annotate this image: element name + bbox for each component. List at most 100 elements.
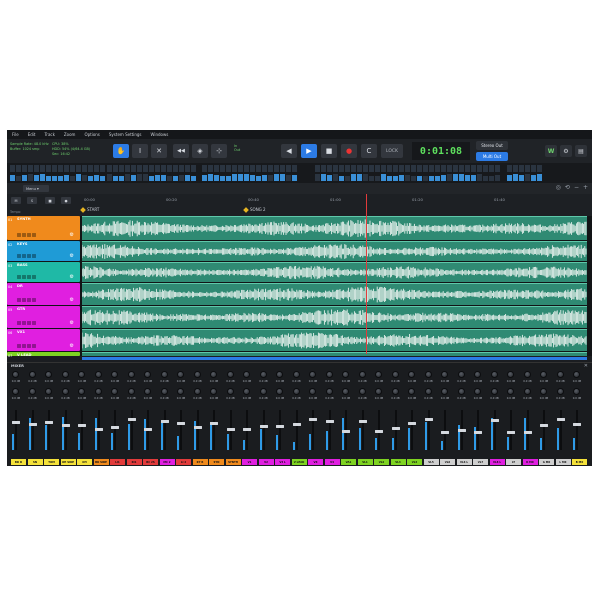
gain-knob[interactable] bbox=[193, 371, 201, 378]
channel-label[interactable]: VL2 bbox=[374, 459, 389, 465]
headphones-icon[interactable]: ◎ bbox=[556, 184, 561, 191]
fader-track[interactable] bbox=[64, 410, 67, 450]
fader-track[interactable] bbox=[312, 410, 314, 450]
pan-knob[interactable] bbox=[556, 388, 564, 395]
fader-track[interactable] bbox=[576, 410, 578, 450]
channel-label[interactable]: VL5 bbox=[423, 459, 439, 465]
multi-out-button[interactable]: Multi Out bbox=[476, 152, 508, 161]
gain-knob[interactable] bbox=[210, 371, 217, 378]
pan-knob[interactable] bbox=[94, 388, 102, 395]
track-settings-icon[interactable]: ⚙ bbox=[70, 297, 74, 303]
channel-label[interactable]: VX bbox=[308, 459, 323, 465]
fader-handle[interactable] bbox=[45, 421, 53, 424]
fader-handle[interactable] bbox=[309, 418, 317, 421]
track-name[interactable]: V LEAD bbox=[17, 353, 32, 357]
solo-button[interactable] bbox=[22, 298, 26, 302]
gain-knob[interactable] bbox=[441, 371, 448, 378]
track-name[interactable]: VX1 bbox=[17, 330, 25, 334]
channel-label[interactable]: L MX bbox=[555, 459, 571, 465]
fader-handle[interactable] bbox=[259, 425, 268, 428]
stop-all-button[interactable]: ■ bbox=[45, 197, 55, 204]
track-lane-7[interactable] bbox=[82, 352, 587, 356]
fader-handle[interactable] bbox=[573, 423, 581, 426]
gain-knob[interactable] bbox=[127, 371, 135, 378]
pan-knob[interactable] bbox=[391, 388, 399, 395]
track-lane-3[interactable] bbox=[82, 262, 587, 282]
hand-tool-button[interactable]: ✋ bbox=[113, 144, 129, 158]
fader-track[interactable] bbox=[15, 410, 17, 450]
track-settings-icon[interactable]: ⚙ bbox=[70, 232, 74, 238]
fader-handle[interactable] bbox=[523, 431, 532, 434]
channel-label[interactable]: V1 bbox=[242, 459, 257, 465]
track-header-2[interactable]: 02 KEYS ⚙ bbox=[7, 241, 80, 261]
channel-label[interactable]: KY R bbox=[192, 459, 208, 465]
fader-track[interactable] bbox=[163, 410, 166, 450]
monitor-button[interactable] bbox=[32, 275, 36, 279]
gain-knob[interactable] bbox=[28, 371, 36, 378]
waves-logo-icon[interactable]: W bbox=[545, 145, 557, 157]
gain-knob[interactable] bbox=[474, 371, 481, 378]
pan-knob[interactable] bbox=[474, 388, 481, 395]
zoom-in-icon[interactable]: + bbox=[583, 184, 588, 191]
fader-handle[interactable] bbox=[325, 420, 334, 423]
pan-knob[interactable] bbox=[276, 388, 283, 395]
track-name[interactable]: DR bbox=[17, 284, 23, 288]
zoom-out-icon[interactable]: − bbox=[574, 184, 579, 191]
track-settings-icon[interactable]: ⚙ bbox=[70, 343, 74, 349]
fader-handle[interactable] bbox=[12, 421, 20, 424]
monitor-button[interactable] bbox=[32, 233, 36, 237]
fader-track[interactable] bbox=[543, 410, 545, 450]
fader-handle[interactable] bbox=[292, 423, 301, 426]
fader-handle[interactable] bbox=[210, 422, 218, 425]
mute-button[interactable] bbox=[17, 233, 21, 237]
solo-button[interactable] bbox=[22, 233, 26, 237]
pan-knob[interactable] bbox=[61, 388, 69, 395]
channel-label[interactable]: BD SIDE bbox=[93, 459, 109, 465]
pan-knob[interactable] bbox=[193, 388, 201, 395]
track-header-6[interactable]: 06 VX1 ⚙ bbox=[7, 329, 80, 351]
gain-knob[interactable] bbox=[177, 371, 184, 378]
gain-knob[interactable] bbox=[573, 371, 580, 378]
monitor-button[interactable] bbox=[32, 254, 36, 258]
track-lane-1[interactable] bbox=[82, 216, 587, 240]
gain-knob[interactable] bbox=[144, 371, 151, 378]
menu-zoom[interactable]: Zoom bbox=[64, 132, 76, 137]
channel-label[interactable]: LI1 bbox=[110, 459, 125, 465]
view-menu-select[interactable]: Menu ▾ bbox=[23, 185, 49, 192]
pan-knob[interactable] bbox=[523, 388, 531, 395]
fader-track[interactable] bbox=[559, 410, 562, 450]
fader-track[interactable] bbox=[279, 410, 281, 450]
channel-label[interactable]: MC 2 bbox=[159, 459, 175, 465]
fader-track[interactable] bbox=[427, 410, 430, 450]
fader-track[interactable] bbox=[48, 410, 50, 450]
fader-handle[interactable] bbox=[177, 422, 185, 425]
track-lane-4[interactable] bbox=[82, 283, 587, 305]
pan-knob[interactable] bbox=[342, 388, 349, 395]
pan-knob[interactable] bbox=[160, 388, 168, 395]
channel-label[interactable]: VL3 bbox=[390, 459, 406, 465]
fader-handle[interactable] bbox=[127, 418, 136, 421]
pan-knob[interactable] bbox=[358, 388, 366, 395]
channel-label[interactable]: VL6 L bbox=[456, 459, 472, 465]
select-tool-button[interactable]: I bbox=[132, 144, 148, 158]
track-header-7[interactable]: 07 V LEAD bbox=[7, 352, 80, 358]
fader-handle[interactable] bbox=[441, 431, 449, 434]
pan-knob[interactable] bbox=[226, 388, 234, 395]
track-name[interactable]: GTR bbox=[17, 307, 25, 311]
pan-knob[interactable] bbox=[28, 388, 36, 395]
menu-options[interactable]: Options bbox=[84, 132, 99, 137]
pan-knob[interactable] bbox=[78, 388, 85, 395]
fader-handle[interactable] bbox=[243, 428, 251, 431]
menu-windows[interactable]: Windows bbox=[150, 132, 168, 137]
menu-track[interactable]: Track bbox=[44, 132, 54, 137]
fader-handle[interactable] bbox=[78, 424, 86, 427]
grid-tool-button[interactable]: ⊹ bbox=[211, 144, 227, 158]
fader-track[interactable] bbox=[130, 410, 133, 450]
pan-knob[interactable] bbox=[325, 388, 333, 395]
mute-button[interactable] bbox=[17, 298, 21, 302]
solo-button[interactable] bbox=[22, 321, 26, 325]
channel-label[interactable]: BD D bbox=[11, 459, 26, 465]
track-settings-icon[interactable]: ⚙ bbox=[70, 253, 74, 259]
track-name[interactable]: KEYS bbox=[17, 242, 27, 246]
track-header-1[interactable]: 01 SYNTH ⚙ bbox=[7, 216, 80, 240]
